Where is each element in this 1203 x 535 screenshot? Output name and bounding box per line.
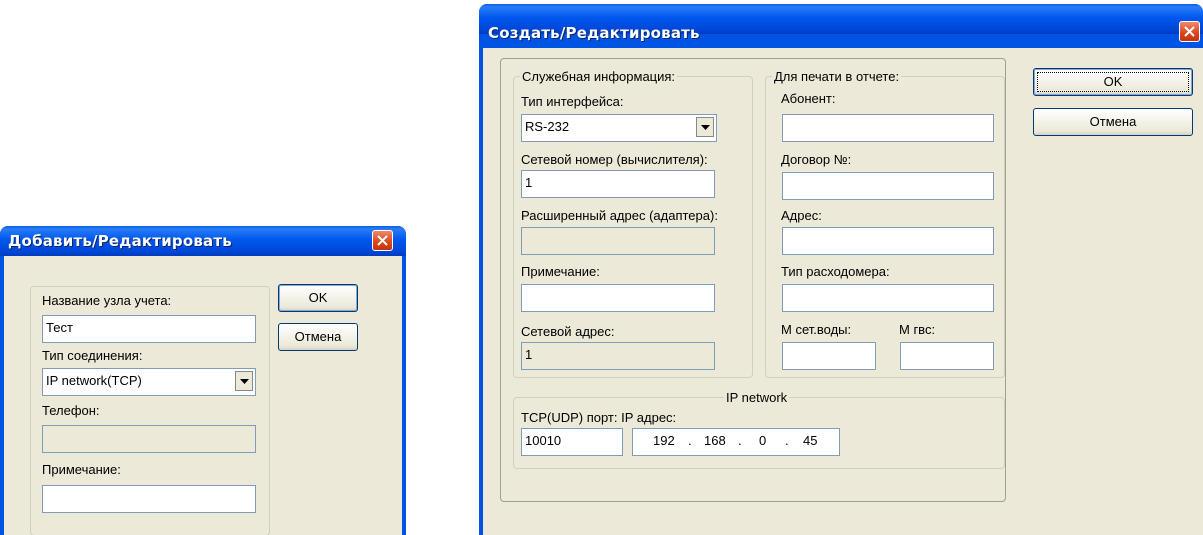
ok-button[interactable]: OK bbox=[278, 284, 358, 312]
m-hot-water-input[interactable] bbox=[900, 342, 994, 370]
chevron-down-icon[interactable] bbox=[235, 371, 253, 391]
note-label: Примечание: bbox=[42, 462, 121, 477]
ip-octet-3[interactable]: 0 bbox=[759, 433, 766, 448]
print-info-legend: Для печати в отчете: bbox=[772, 69, 902, 84]
ip-octet-1[interactable]: 192 bbox=[653, 433, 675, 448]
chevron-down-icon[interactable] bbox=[696, 117, 714, 137]
connection-type-label: Тип соединения: bbox=[42, 348, 143, 363]
service-note-input[interactable] bbox=[521, 284, 715, 312]
contract-label: Договор №: bbox=[781, 152, 852, 167]
network-number-input[interactable]: 1 bbox=[521, 170, 715, 198]
add-edit-client: Название узла учета: Тест Тип соединения… bbox=[4, 256, 402, 535]
m-network-water-label: М сет.воды: bbox=[781, 322, 852, 337]
close-icon[interactable] bbox=[372, 230, 393, 251]
ip-octet-2[interactable]: 168 bbox=[704, 433, 726, 448]
ip-dot-3: . bbox=[785, 433, 789, 448]
ip-octet-4[interactable]: 45 bbox=[803, 433, 817, 448]
ip-dot-2: . bbox=[738, 433, 742, 448]
create-edit-client: Служебная информация: Тип интерфейса: RS… bbox=[483, 48, 1203, 535]
node-name-input[interactable]: Тест bbox=[42, 315, 256, 343]
add-edit-titlebar[interactable]: Добавить/Редактировать bbox=[0, 226, 406, 256]
node-name-label: Название узла учета: bbox=[42, 293, 172, 308]
close-icon[interactable] bbox=[1179, 21, 1200, 42]
cancel-button[interactable]: Отмена bbox=[278, 323, 358, 351]
note-input[interactable] bbox=[42, 485, 256, 513]
m-network-water-input[interactable] bbox=[782, 342, 876, 370]
service-note-label: Примечание: bbox=[521, 264, 600, 279]
extended-address-label: Расширенный адрес (адаптера): bbox=[521, 208, 718, 223]
network-address-input: 1 bbox=[521, 342, 715, 370]
ok-button-label: OK bbox=[1103, 74, 1123, 89]
add-edit-title: Добавить/Редактировать bbox=[8, 232, 232, 250]
network-number-label: Сетевой номер (вычислителя): bbox=[521, 152, 708, 167]
ok-button-label: OK bbox=[308, 290, 328, 305]
create-edit-title: Создать/Редактировать bbox=[488, 24, 700, 42]
subscriber-label: Абонент: bbox=[781, 91, 836, 106]
address-input[interactable] bbox=[782, 227, 994, 255]
connection-type-value: IP network(TCP) bbox=[46, 373, 142, 388]
port-ip-label: TCP(UDP) порт: IP адрес: bbox=[521, 410, 677, 425]
network-address-label: Сетевой адрес: bbox=[521, 324, 615, 339]
service-info-legend: Служебная информация: bbox=[520, 69, 678, 84]
contract-input[interactable] bbox=[782, 172, 994, 200]
add-edit-dialog: Добавить/Редактировать Название узла уче… bbox=[0, 226, 406, 535]
ip-dot-1: . bbox=[688, 433, 692, 448]
m-hot-water-label: М гвс: bbox=[899, 322, 936, 337]
extended-address-input bbox=[521, 227, 715, 255]
interface-type-value: RS-232 bbox=[525, 119, 570, 134]
interface-type-select[interactable]: RS-232 bbox=[521, 114, 717, 142]
connection-type-select[interactable]: IP network(TCP) bbox=[42, 368, 256, 396]
cancel-button-label: Отмена bbox=[294, 329, 342, 344]
cancel-button[interactable]: Отмена bbox=[1033, 108, 1193, 136]
address-label: Адрес: bbox=[781, 208, 822, 223]
create-edit-titlebar[interactable]: Создать/Редактировать bbox=[479, 4, 1203, 42]
ip-address-input[interactable]: 192 . 168 . 0 . 45 bbox=[632, 428, 840, 456]
port-input[interactable]: 10010 bbox=[521, 428, 623, 456]
interface-type-label: Тип интерфейса: bbox=[521, 94, 624, 109]
ip-network-legend: IP network bbox=[724, 390, 790, 405]
phone-label: Телефон: bbox=[42, 403, 100, 418]
create-edit-dialog: Создать/Редактировать Служебная информац… bbox=[479, 4, 1203, 535]
subscriber-input[interactable] bbox=[782, 114, 994, 142]
phone-input bbox=[42, 425, 256, 453]
flowmeter-type-input[interactable] bbox=[782, 284, 994, 312]
flowmeter-type-label: Тип расходомера: bbox=[781, 264, 890, 279]
ok-button[interactable]: OK bbox=[1033, 68, 1193, 96]
cancel-button-label: Отмена bbox=[1089, 114, 1137, 129]
